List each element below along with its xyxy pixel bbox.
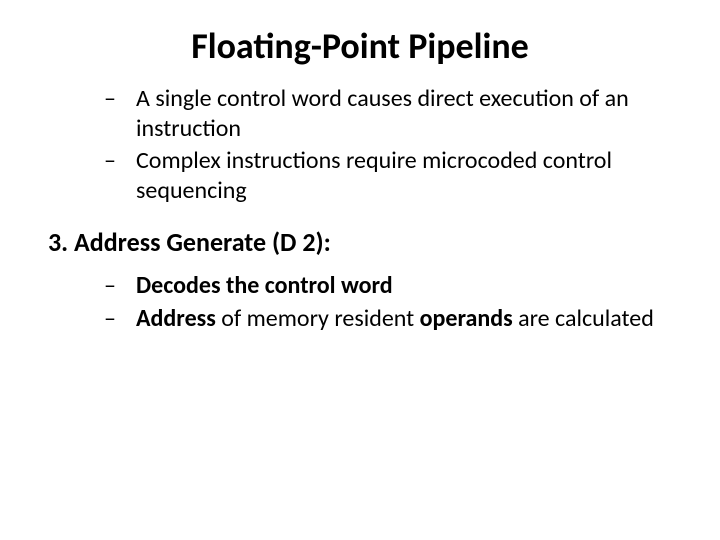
bullet-text-bold: Address <box>136 304 216 333</box>
section-number: 3. <box>48 226 68 258</box>
bullet-item: Address of memory resident operands are … <box>104 303 672 334</box>
bullet-item: A single control word causes direct exec… <box>104 84 672 144</box>
bullet-text: are calculated <box>513 304 654 333</box>
bullet-text: of memory resident <box>216 304 420 333</box>
section-label: Address Generate (D 2): <box>74 226 331 258</box>
bullet-text-bold: operands <box>420 304 513 333</box>
bullet-item: Decodes the control word <box>104 270 672 301</box>
bullet-text-bold: Decodes the control word <box>136 271 393 300</box>
slide-title: Floating-Point Pipeline <box>48 24 672 68</box>
section-heading: 3. Address Generate (D 2): <box>48 226 672 258</box>
bullet-item: Complex instructions require microcoded … <box>104 146 672 206</box>
bottom-bullet-list: Decodes the control word Address of memo… <box>48 270 672 334</box>
top-bullet-list: A single control word causes direct exec… <box>48 84 672 206</box>
